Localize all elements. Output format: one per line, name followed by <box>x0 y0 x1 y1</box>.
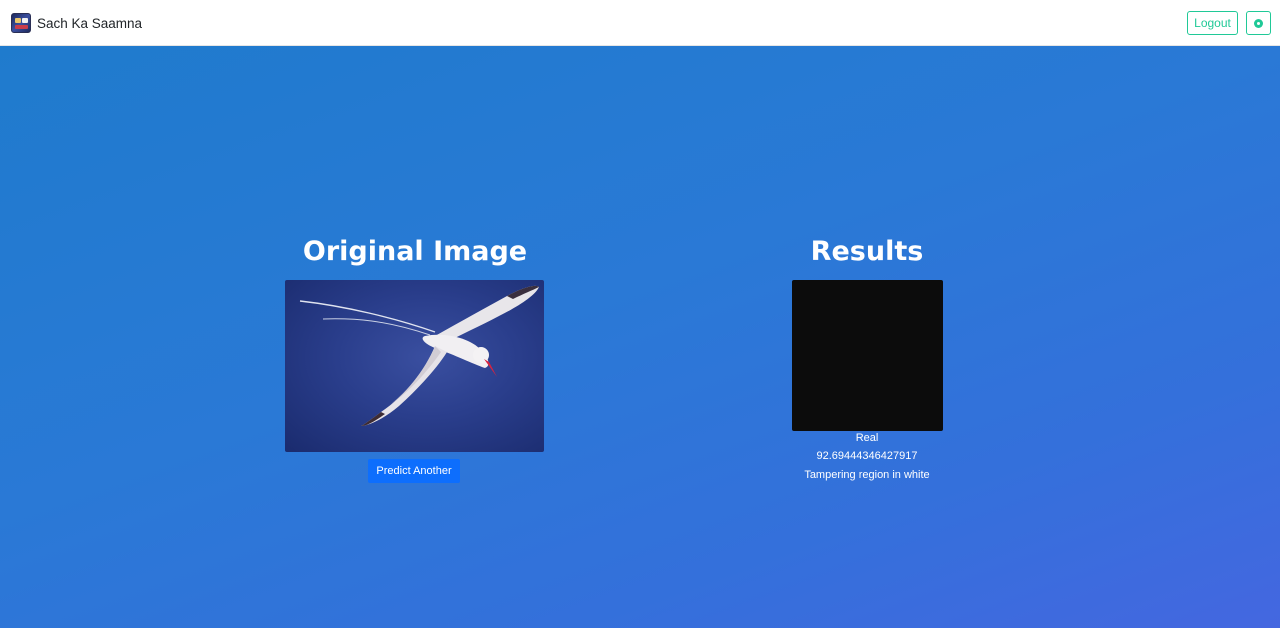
navbar: Sach Ka Saamna Logout <box>0 0 1280 46</box>
results-title: Results <box>810 236 924 267</box>
brand[interactable]: Sach Ka Saamna <box>11 12 142 34</box>
bird-image <box>299 285 539 426</box>
original-image-title: Original Image <box>302 236 528 267</box>
main-content: Original Image Predict Another Results R… <box>0 46 1280 628</box>
brand-name: Sach Ka Saamna <box>37 15 143 31</box>
gear-icon <box>1254 18 1263 28</box>
brand-logo <box>11 13 31 33</box>
tampering-mask-image <box>792 280 943 431</box>
result-score: 92.69444346427917 <box>816 450 918 462</box>
settings-button[interactable] <box>1246 11 1271 35</box>
original-image <box>285 280 544 452</box>
predict-another-button[interactable]: Predict Another <box>368 459 460 483</box>
logout-button[interactable]: Logout <box>1187 11 1238 35</box>
result-note: Tampering region in white <box>804 469 930 481</box>
result-label: Real <box>855 432 879 444</box>
